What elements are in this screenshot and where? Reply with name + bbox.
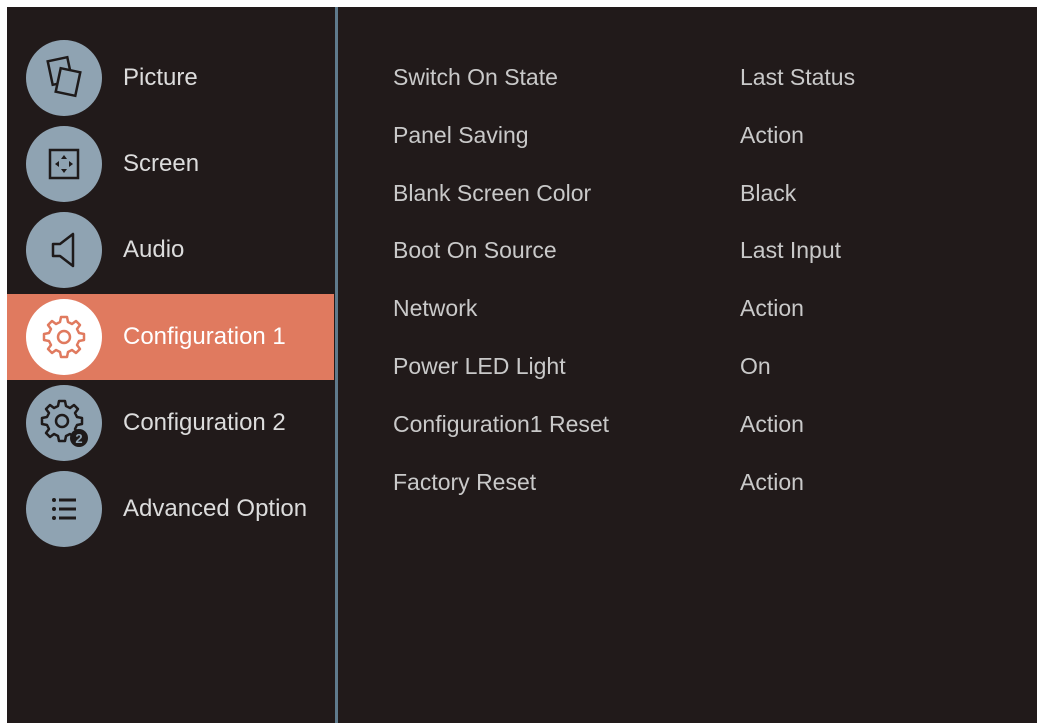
menu-label-audio: Audio	[123, 236, 185, 263]
screen-icon	[26, 126, 102, 202]
setting-name: Boot On Source	[393, 237, 557, 263]
setting-value: Last Input	[740, 237, 842, 263]
menu-item-screen[interactable]: Screen	[7, 121, 334, 207]
menu-item-configuration-1[interactable]: Configuration 1	[7, 294, 334, 380]
menu-item-configuration-2[interactable]: 2 Configuration 2	[7, 380, 334, 466]
setting-name: Configuration1 Reset	[393, 411, 610, 437]
svg-text:2: 2	[75, 431, 82, 446]
osd-menu: Picture Screen Audio Configuration 1 2 C…	[7, 7, 1037, 723]
setting-row-panel-saving[interactable]: Panel Saving Action	[338, 106, 1037, 164]
setting-row-power-led-light[interactable]: Power LED Light On	[338, 337, 1037, 395]
menu-label-configuration-2: Configuration 2	[123, 409, 286, 436]
sidebar-menu: Picture Screen Audio Configuration 1 2 C…	[7, 7, 334, 723]
setting-value: Last Status	[740, 64, 856, 90]
setting-name: Factory Reset	[393, 469, 537, 495]
setting-name: Switch On State	[393, 64, 558, 90]
menu-item-advanced-option[interactable]: Advanced Option	[7, 466, 334, 552]
setting-row-configuration1-reset[interactable]: Configuration1 Reset Action	[338, 395, 1037, 453]
setting-value: Action	[740, 295, 804, 321]
settings-panel: Switch On State Last Status Panel Saving…	[338, 7, 1037, 723]
speaker-icon	[26, 212, 102, 288]
setting-name: Blank Screen Color	[393, 180, 592, 206]
menu-label-advanced-option: Advanced Option	[123, 495, 308, 522]
setting-value: Action	[740, 469, 804, 495]
setting-name: Power LED Light	[393, 353, 566, 379]
setting-name: Network	[393, 295, 478, 321]
setting-name: Panel Saving	[393, 122, 529, 148]
menu-label-screen: Screen	[123, 150, 200, 177]
menu-item-audio[interactable]: Audio	[7, 207, 334, 293]
setting-row-factory-reset[interactable]: Factory Reset Action	[338, 453, 1037, 511]
setting-value: On	[740, 353, 771, 379]
menu-label-configuration-1: Configuration 1	[123, 323, 286, 350]
setting-row-blank-screen-color[interactable]: Blank Screen Color Black	[338, 164, 1037, 222]
setting-value: Action	[740, 411, 804, 437]
setting-row-switch-on-state[interactable]: Switch On State Last Status	[338, 48, 1037, 106]
setting-row-network[interactable]: Network Action	[338, 279, 1037, 337]
gear-2-icon: 2	[26, 385, 102, 461]
setting-value: Action	[740, 122, 804, 148]
gear-icon	[26, 299, 102, 375]
list-icon	[26, 471, 102, 547]
setting-value: Black	[740, 180, 797, 206]
setting-row-boot-on-source[interactable]: Boot On Source Last Input	[338, 221, 1037, 279]
picture-icon	[26, 40, 102, 116]
menu-label-picture: Picture	[123, 64, 198, 91]
menu-item-picture[interactable]: Picture	[7, 35, 334, 121]
